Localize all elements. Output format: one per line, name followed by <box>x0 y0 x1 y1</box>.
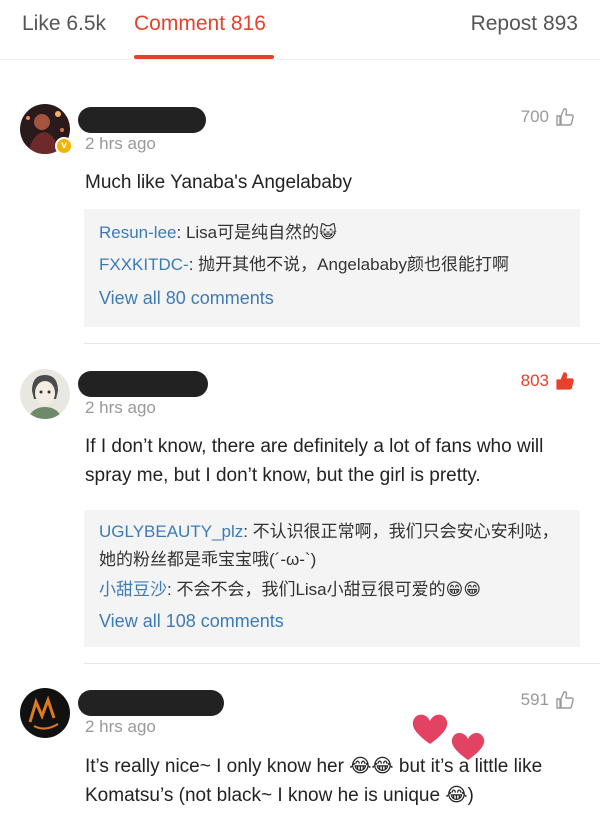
username-redacted[interactable] <box>78 371 208 397</box>
comment-text: It’s really nice~ I only know her 😂😂 but… <box>85 756 543 806</box>
reply-username[interactable]: Resun-lee <box>99 223 177 242</box>
comment-time: 2 hrs ago <box>85 717 156 736</box>
reply-text: : Lisa可是纯自然的😺 <box>176 223 337 242</box>
thumbs-up-icon <box>556 691 574 709</box>
comment-divider <box>84 343 600 344</box>
thumbs-up-icon <box>556 372 574 390</box>
reply-text: : 抛开其他不说，Angelababy颜也很能打啊 <box>188 255 509 274</box>
view-all-replies-link[interactable]: View all 108 comments <box>99 606 565 636</box>
reply-item: 小甜豆沙: 不会不会，我们Lisa小甜豆很可爱的😁😁 <box>99 576 565 604</box>
reply-item: UGLYBEAUTY_plz: 不认识很正常啊，我们只会安心安利哒，她的粉丝都是… <box>99 518 565 574</box>
tab-repost[interactable]: Repost 893 <box>471 12 578 36</box>
comment-text: Much like Yanaba's Angelababy <box>85 172 353 193</box>
reply-item: FXXKITDC-: 抛开其他不说，Angelababy颜也很能打啊 <box>99 251 565 279</box>
like-count: 700 <box>520 107 549 126</box>
reply-box[interactable]: UGLYBEAUTY_plz: 不认识很正常啊，我们只会安心安利哒，她的粉丝都是… <box>84 510 580 647</box>
comment-time: 2 hrs ago <box>85 134 156 153</box>
reply-username[interactable]: UGLYBEAUTY_plz <box>99 522 243 541</box>
reply-item: Resun-lee: Lisa可是纯自然的😺 <box>99 219 565 247</box>
like-count: 803 <box>520 371 549 390</box>
view-all-replies-link[interactable]: View all 80 comments <box>99 283 565 313</box>
tab-like[interactable]: Like 6.5k <box>22 12 106 36</box>
username-redacted[interactable] <box>78 107 206 133</box>
username-redacted[interactable] <box>78 690 224 716</box>
verified-badge-icon: v <box>55 137 73 155</box>
avatar[interactable] <box>20 688 70 738</box>
reply-box[interactable]: Resun-lee: Lisa可是纯自然的😺 FXXKITDC-: 抛开其他不说… <box>84 209 580 327</box>
like-button[interactable]: 700 <box>521 107 575 127</box>
reply-text: : 不会不会，我们Lisa小甜豆很可爱的😁😁 <box>167 580 482 599</box>
reply-username[interactable]: 小甜豆沙 <box>99 580 167 599</box>
like-count: 591 <box>520 690 549 709</box>
like-button[interactable]: 803 <box>521 371 575 391</box>
tabs-divider <box>0 59 600 60</box>
like-button[interactable]: 591 <box>521 690 575 710</box>
comment-text: If I don’t know, there are definitely a … <box>85 436 544 486</box>
avatar[interactable] <box>20 369 70 419</box>
floating-hearts-icon <box>412 714 485 760</box>
comment-tabs: Like 6.5k Comment 816 Repost 893 <box>0 0 600 60</box>
reply-username[interactable]: FXXKITDC- <box>99 255 189 274</box>
comment-time: 2 hrs ago <box>85 398 156 417</box>
thumbs-up-icon <box>556 108 574 126</box>
comment-divider <box>84 663 600 664</box>
